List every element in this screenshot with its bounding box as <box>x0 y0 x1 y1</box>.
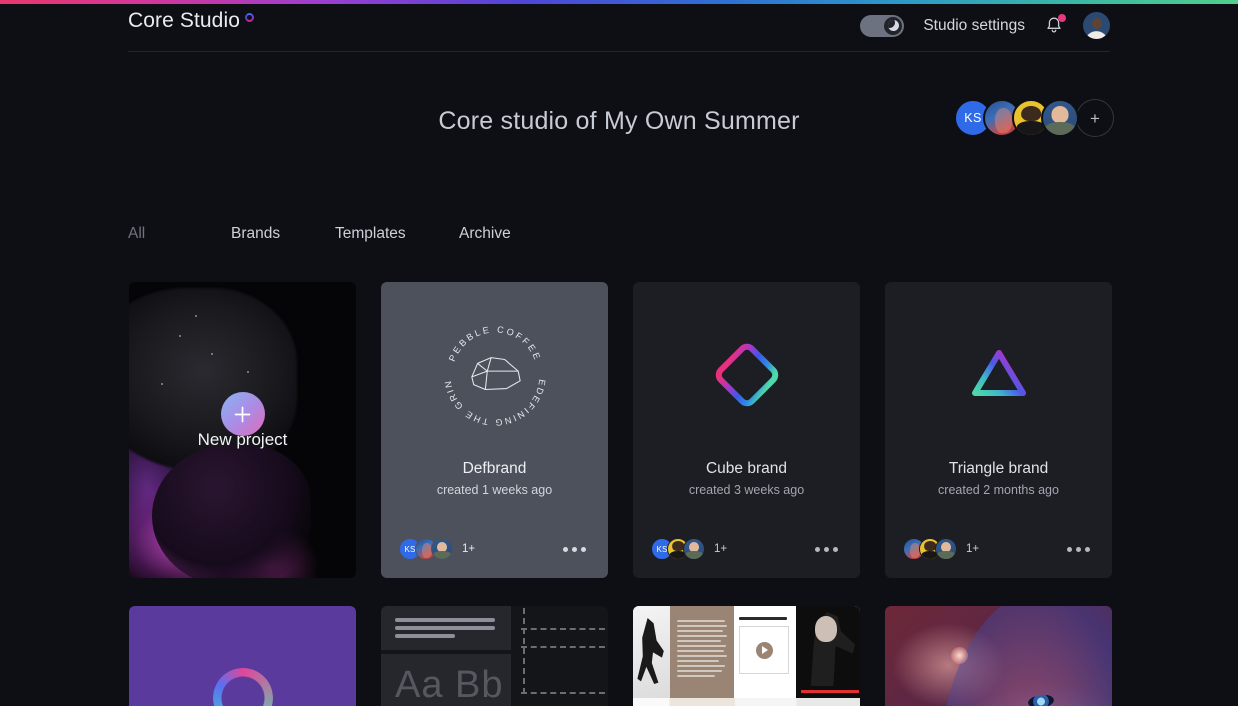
gradient-diamond-icon <box>715 343 778 407</box>
collaborator-avatars: KS <box>651 538 705 560</box>
dark-mode-toggle[interactable] <box>860 14 905 37</box>
app-header: Core Studio Studio settings <box>0 4 1238 52</box>
moon-icon <box>887 20 899 31</box>
card-artwork: PEBBLE COFFEE REDEFINING THE GRIND <box>381 282 608 468</box>
mockup-footer-strip <box>633 698 860 706</box>
collaborator-avatars <box>903 538 957 560</box>
notification-badge-dot <box>1058 13 1066 22</box>
card-meta: Defbrand created 1 weeks ago <box>381 460 608 497</box>
tab-all[interactable]: All <box>128 225 231 243</box>
tab-brands[interactable]: Brands <box>231 225 335 243</box>
collaborator-overflow-count: 1+ <box>714 543 728 555</box>
plus-icon <box>234 406 251 422</box>
project-created: created 3 weeks ago <box>688 483 805 497</box>
brand-name: Core Studio <box>128 9 240 32</box>
styleguide-sample-text: Aa Bb <box>395 664 504 706</box>
mockup-video-frame <box>739 626 789 674</box>
more-options-icon[interactable] <box>559 543 590 556</box>
card-artwork <box>633 282 860 468</box>
styleguide-dashed-grid <box>517 606 608 706</box>
mockup-body-copy <box>677 620 727 680</box>
project-card-triangle-brand[interactable]: Triangle brand created 2 months ago 1+ <box>885 282 1112 578</box>
collaborator-avatar[interactable] <box>683 538 705 560</box>
project-card-defbrand[interactable]: PEBBLE COFFEE REDEFINING THE GRIND De <box>381 282 608 578</box>
project-grid: New project PEBBLE COFFEE REDEFINING THE… <box>129 282 1112 706</box>
notifications-button[interactable] <box>1044 13 1066 37</box>
tab-archive[interactable]: Archive <box>459 225 511 243</box>
svg-text:PEBBLE COFFEE: PEBBLE COFFEE <box>446 324 542 363</box>
project-card-website-mockup[interactable] <box>633 606 860 706</box>
play-icon[interactable] <box>755 641 773 659</box>
card-footer: 1+ <box>903 538 1094 560</box>
gradient-triangle-icon <box>971 350 1026 396</box>
more-options-icon[interactable] <box>1063 543 1094 556</box>
collaborator-avatar[interactable] <box>431 538 453 560</box>
more-options-icon[interactable] <box>811 543 842 556</box>
toggle-knob <box>884 16 903 35</box>
project-card-styleguide[interactable]: Aa Bb <box>381 606 608 706</box>
card-footer: KS 1+ <box>651 538 842 560</box>
artwork-rock-lower <box>151 444 311 578</box>
app-root: Core Studio Studio settings Core studio … <box>0 0 1238 706</box>
card-footer: KS 1+ <box>399 538 590 560</box>
card-meta: Triangle brand created 2 months ago <box>885 460 1112 497</box>
project-name: Cube brand <box>705 460 787 477</box>
project-card-cube-brand[interactable]: Cube brand created 3 weeks ago KS 1+ <box>633 282 860 578</box>
collaborator-overflow-count: 1+ <box>462 543 476 555</box>
studio-settings-link[interactable]: Studio settings <box>923 17 1025 35</box>
member-avatar-group: KS + <box>954 99 1114 137</box>
collaborator-avatars: KS <box>399 538 453 560</box>
mockup-heading <box>739 617 787 620</box>
tab-templates[interactable]: Templates <box>335 225 459 243</box>
new-project-card[interactable]: New project <box>129 282 356 578</box>
project-name: Defbrand <box>462 460 527 477</box>
new-project-label: New project <box>197 430 288 449</box>
header-actions: Studio settings <box>860 12 1110 39</box>
project-name: Triangle brand <box>948 460 1049 477</box>
account-avatar[interactable] <box>1083 12 1110 39</box>
card-meta: Cube brand created 3 weeks ago <box>633 460 860 497</box>
gradient-accent-bar <box>0 0 1238 4</box>
project-created: created 1 weeks ago <box>436 483 553 497</box>
studio-title-row: Core studio of My Own Summer KS + <box>0 96 1238 146</box>
project-created: created 2 months ago <box>938 483 1059 497</box>
mockup-portrait-face <box>815 616 837 642</box>
collaborator-avatar[interactable] <box>935 538 957 560</box>
gradient-ring-icon <box>212 668 273 706</box>
mockup-accent-bar <box>801 690 859 693</box>
collaborator-overflow-count: 1+ <box>966 543 980 555</box>
project-card-portrait-photo[interactable] <box>885 606 1112 706</box>
member-avatar[interactable] <box>1041 99 1079 137</box>
add-member-button[interactable]: + <box>1076 99 1114 137</box>
pebble-coffee-logo-icon: PEBBLE COFFEE REDEFINING THE GRIND <box>437 317 545 428</box>
ring-logo-icon <box>245 13 254 22</box>
card-artwork <box>885 282 1112 468</box>
project-card-purple[interactable] <box>129 606 356 706</box>
styleguide-text-block <box>381 606 511 650</box>
header-divider <box>128 51 1110 52</box>
filter-tabs: All Brands Templates Archive <box>128 225 511 243</box>
brand-logo[interactable]: Core Studio <box>128 10 254 31</box>
